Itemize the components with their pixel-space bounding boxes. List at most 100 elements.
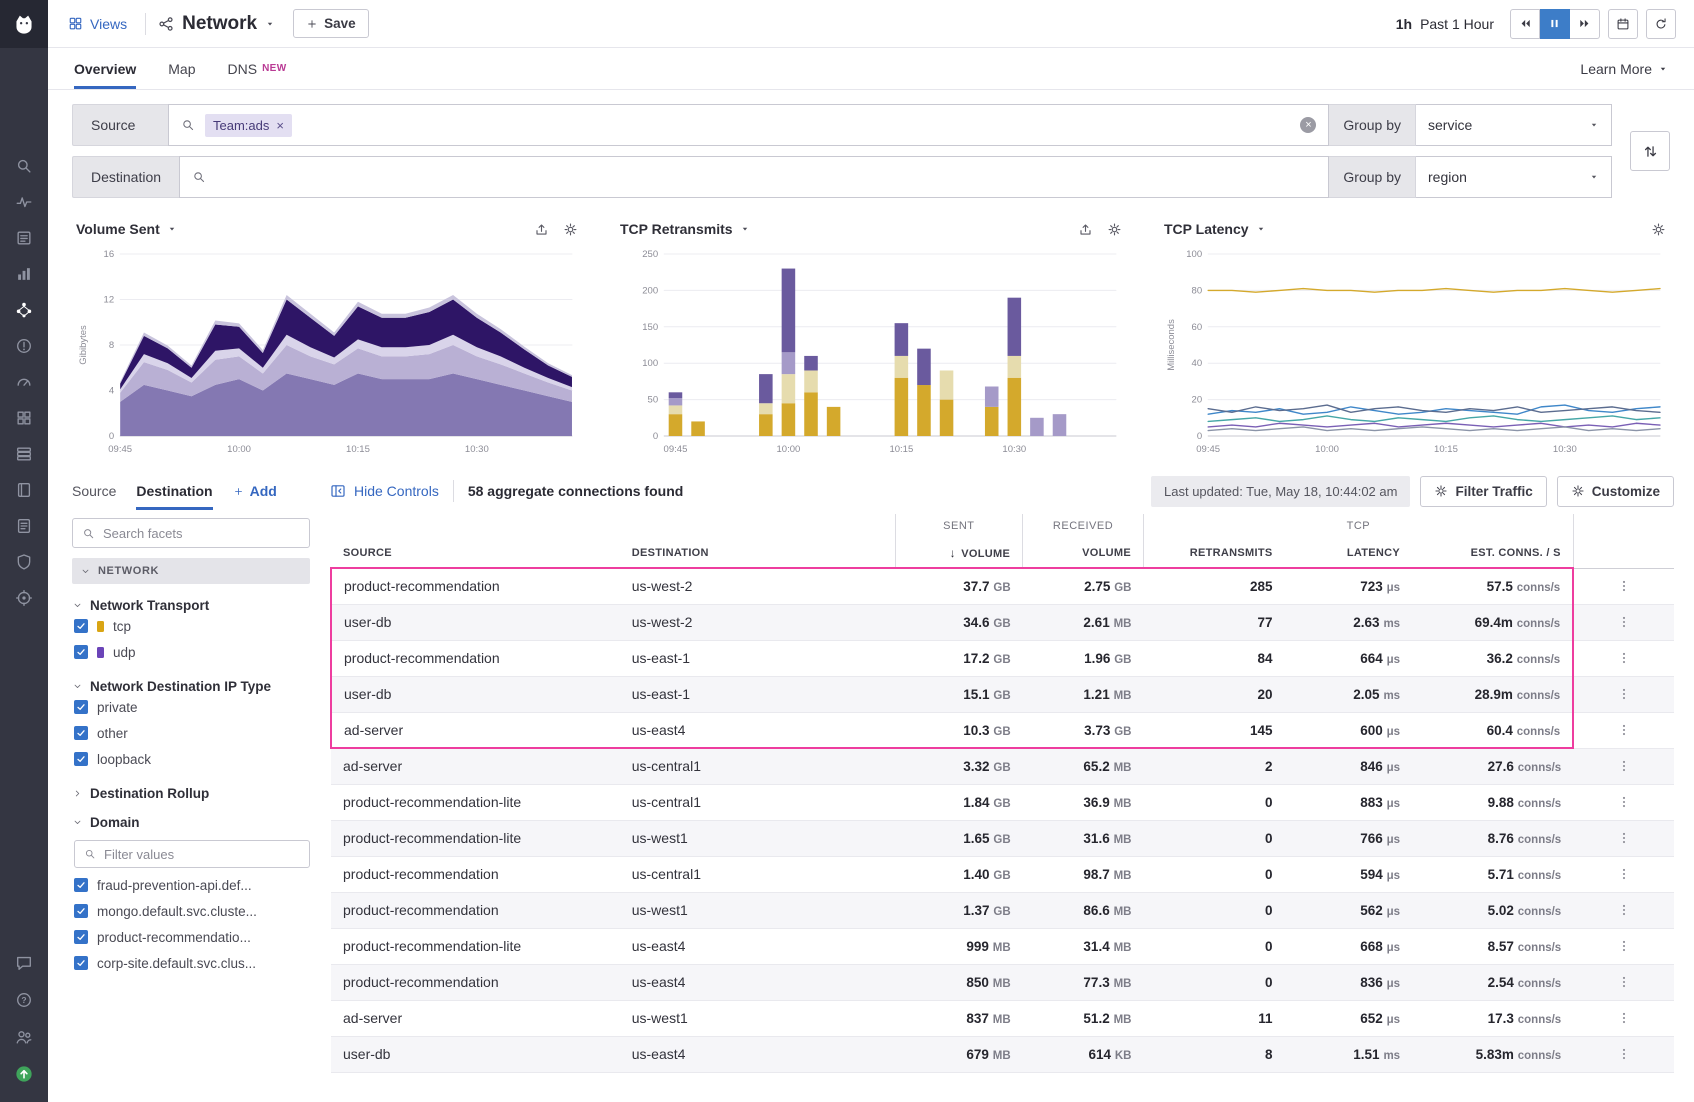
time-range-short[interactable]: 1h <box>1396 16 1412 32</box>
facet-item-corp-site-default-svc-clus-[interactable]: corp-site.default.svc.clus... <box>74 950 310 976</box>
table-row[interactable]: product-recommendation us-west1 1.37 GB … <box>331 892 1674 928</box>
row-menu-button[interactable] <box>1613 575 1635 597</box>
sidebar-events-icon[interactable] <box>0 220 48 256</box>
sidebar-security-icon[interactable] <box>0 544 48 580</box>
time-back-button[interactable] <box>1510 9 1540 39</box>
col-source[interactable]: SOURCE <box>331 538 620 568</box>
sidebar-synthetics-icon[interactable] <box>0 364 48 400</box>
table-row[interactable]: product-recommendation us-east-1 17.2 GB… <box>331 640 1674 676</box>
table-row[interactable]: user-db us-east-1 15.1 GB 1.21 MB 20 2.0… <box>331 676 1674 712</box>
facet-item-other[interactable]: other <box>74 720 310 746</box>
learn-more-button[interactable]: Learn More <box>1580 48 1668 89</box>
sidebar-monitors-icon[interactable] <box>0 328 48 364</box>
col-retransmits[interactable]: RETRANSMITS <box>1143 538 1284 568</box>
row-menu-button[interactable] <box>1613 863 1635 885</box>
facet-group-header-network-transport[interactable]: Network Transport <box>72 598 310 613</box>
row-menu-button[interactable] <box>1613 791 1635 813</box>
sidebar-users-icon[interactable] <box>0 1018 48 1055</box>
source-search-input[interactable]: Team:ads× × <box>168 104 1329 146</box>
tab-overview[interactable]: Overview <box>74 48 136 89</box>
checkbox-checked[interactable] <box>74 752 88 766</box>
table-row[interactable]: product-recommendation us-central1 1.40 … <box>331 856 1674 892</box>
pause-button[interactable] <box>1540 9 1570 39</box>
refresh-button[interactable] <box>1646 9 1676 39</box>
export-icon[interactable] <box>534 222 549 237</box>
destination-search-input[interactable] <box>179 156 1329 198</box>
group-by-select-source[interactable]: service <box>1416 104 1612 146</box>
time-forward-button[interactable] <box>1570 9 1600 39</box>
col-latency[interactable]: LATENCY <box>1284 538 1412 568</box>
filter-tag[interactable]: Team:ads× <box>205 114 292 137</box>
facet-group-header-domain[interactable]: Domain <box>72 815 310 830</box>
table-row[interactable]: user-db us-west-2 34.6 GB 2.61 MB 77 2.6… <box>331 604 1674 640</box>
chart-plot-area[interactable]: 02040608010009:4510:0010:1510:30Millisec… <box>1164 246 1666 458</box>
sidebar-help-icon[interactable]: ? <box>0 981 48 1018</box>
sidebar-infrastructure-icon[interactable] <box>0 436 48 472</box>
sidebar-network-icon[interactable] <box>0 292 48 328</box>
chart-title-select[interactable]: Volume Sent <box>76 221 177 237</box>
gear-icon[interactable] <box>1107 222 1122 237</box>
col-destination[interactable]: DESTINATION <box>620 538 895 568</box>
group-by-select-destination[interactable]: region <box>1416 156 1612 198</box>
chart-title-select[interactable]: TCP Latency <box>1164 221 1266 237</box>
checkbox-checked[interactable] <box>74 904 88 918</box>
checkbox-checked[interactable] <box>74 726 88 740</box>
facet-item-udp[interactable]: udp <box>74 639 310 665</box>
sidebar-logs-icon[interactable] <box>0 508 48 544</box>
row-menu-button[interactable] <box>1613 647 1635 669</box>
table-row[interactable]: product-recommendation us-east4 850 MB 7… <box>331 964 1674 1000</box>
facet-item-tcp[interactable]: tcp <box>74 613 310 639</box>
filter-traffic-button[interactable]: Filter Traffic <box>1420 476 1546 507</box>
clear-filter-icon[interactable]: × <box>1300 117 1316 133</box>
gear-icon[interactable] <box>1651 222 1666 237</box>
gear-icon[interactable] <box>563 222 578 237</box>
facet-filter-input[interactable]: Filter values <box>74 840 310 868</box>
chart-title-select[interactable]: TCP Retransmits <box>620 221 750 237</box>
table-row[interactable]: user-db us-east4 679 MB 614 KB 8 1.51 ms… <box>331 1036 1674 1072</box>
sidebar-integrations-icon[interactable] <box>0 400 48 436</box>
chart-plot-area[interactable]: 048121609:4510:0010:1510:30Gibibytes <box>76 246 578 458</box>
row-menu-button[interactable] <box>1613 683 1635 705</box>
customize-button[interactable]: Customize <box>1557 476 1674 507</box>
facet-tab-source[interactable]: Source <box>72 472 116 510</box>
facet-item-private[interactable]: private <box>74 694 310 720</box>
table-row[interactable]: ad-server us-east4 10.3 GB 3.73 GB 145 6… <box>331 712 1674 748</box>
table-row[interactable]: product-recommendation-lite us-east4 999… <box>331 928 1674 964</box>
tab-map[interactable]: Map <box>168 48 195 89</box>
checkbox-checked[interactable] <box>74 930 88 944</box>
checkbox-checked[interactable] <box>74 878 88 892</box>
row-menu-button[interactable] <box>1613 719 1635 741</box>
sidebar-dashboards-icon[interactable] <box>0 256 48 292</box>
export-icon[interactable] <box>1078 222 1093 237</box>
checkbox-checked[interactable] <box>74 956 88 970</box>
table-row[interactable]: product-recommendation-lite us-west1 1.6… <box>331 820 1674 856</box>
time-range-label[interactable]: Past 1 Hour <box>1420 16 1494 32</box>
remove-tag-icon[interactable]: × <box>276 118 284 133</box>
row-menu-button[interactable] <box>1613 1043 1635 1065</box>
row-menu-button[interactable] <box>1613 1007 1635 1029</box>
tab-dns[interactable]: DNS NEW <box>228 48 287 89</box>
add-facet-tab-button[interactable]: Add <box>233 472 277 510</box>
sidebar-status-icon[interactable] <box>0 1055 48 1092</box>
facet-item-mongo-default-svc-cluste-[interactable]: mongo.default.svc.cluste... <box>74 898 310 924</box>
sidebar-ci-icon[interactable] <box>0 580 48 616</box>
facet-item-product-recommendatio-[interactable]: product-recommendatio... <box>74 924 310 950</box>
facet-group-header-network-destination-ip-type[interactable]: Network Destination IP Type <box>72 679 310 694</box>
swap-filters-button[interactable] <box>1630 131 1670 171</box>
views-button[interactable]: Views <box>62 15 133 33</box>
checkbox-checked[interactable] <box>74 700 88 714</box>
table-row[interactable]: ad-server us-west1 837 MB 51.2 MB 11 652… <box>331 1000 1674 1036</box>
facet-search-input[interactable]: Search facets <box>72 518 310 548</box>
table-row[interactable]: ad-server us-central1 3.32 GB 65.2 MB 2 … <box>331 748 1674 784</box>
col-received-volume[interactable]: VOLUME <box>1023 538 1144 568</box>
table-row[interactable]: product-recommendation us-west-2 37.7 GB… <box>331 568 1674 604</box>
datadog-logo[interactable] <box>0 0 48 48</box>
table-row[interactable]: product-recommendation-lite us-central1 … <box>331 784 1674 820</box>
row-menu-button[interactable] <box>1613 935 1635 957</box>
sidebar-chat-icon[interactable] <box>0 944 48 981</box>
col-sent-volume[interactable]: ↓ VOLUME <box>895 538 1023 568</box>
facet-item-fraud-prevention-api-def-[interactable]: fraud-prevention-api.def... <box>74 872 310 898</box>
row-menu-button[interactable] <box>1613 899 1635 921</box>
chart-plot-area[interactable]: 05010015020025009:4510:0010:1510:30 <box>620 246 1122 458</box>
checkbox-checked[interactable] <box>74 619 88 633</box>
